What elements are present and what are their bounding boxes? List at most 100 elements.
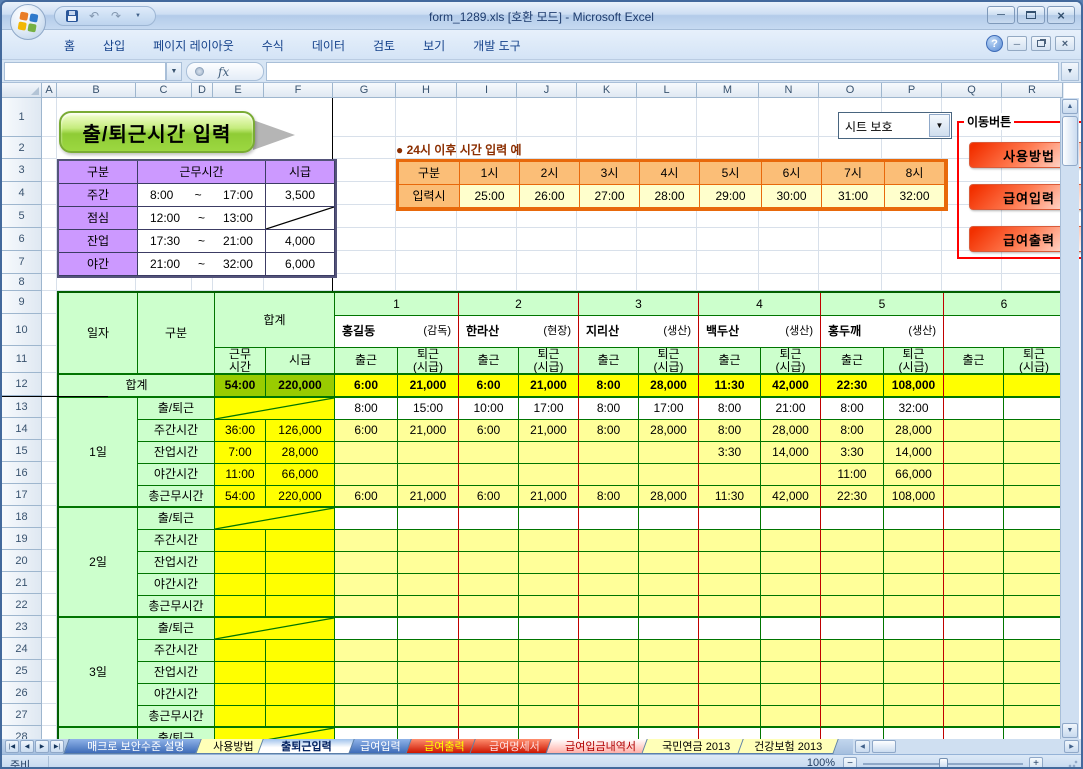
ts-data-cell[interactable]: [821, 508, 884, 530]
ts-data-cell[interactable]: [761, 618, 821, 640]
ts-header-category[interactable]: 구분: [138, 293, 215, 375]
ts-subheader-out[interactable]: 퇴근 (시급): [639, 348, 699, 375]
ts-data-cell[interactable]: [699, 464, 761, 486]
ts-data-cell[interactable]: [761, 508, 821, 530]
ts-day-label[interactable]: 3일: [59, 618, 138, 728]
ts-data-cell[interactable]: [398, 530, 459, 552]
ts-data-cell[interactable]: 15:00: [398, 398, 459, 420]
ts-data-cell[interactable]: [884, 640, 944, 662]
ts-day-work-total[interactable]: [215, 684, 266, 706]
maximize-button[interactable]: [1017, 6, 1045, 24]
ts-subheader-in[interactable]: 출근: [459, 348, 519, 375]
ts-data-cell[interactable]: [335, 684, 398, 706]
row-header-28[interactable]: 28: [2, 726, 42, 739]
ts-data-cell[interactable]: 8:00: [821, 420, 884, 442]
ts-data-cell[interactable]: 3:30: [699, 442, 761, 464]
rate-row-rate[interactable]: 4,000: [266, 230, 335, 253]
ts-rowtype-label[interactable]: 출/퇴근: [138, 508, 215, 530]
ribbon-tab-검토[interactable]: 검토: [359, 32, 409, 59]
ts-data-cell[interactable]: [579, 530, 639, 552]
ts-subheader-out[interactable]: 퇴근 (시급): [1004, 348, 1065, 375]
ts-data-cell[interactable]: [459, 464, 519, 486]
ts-data-cell[interactable]: 3:30: [821, 442, 884, 464]
overtime-value-cell[interactable]: 26:00: [520, 185, 580, 208]
ts-data-cell[interactable]: [579, 574, 639, 596]
ts-data-cell[interactable]: 8:00: [579, 486, 639, 508]
ts-data-cell[interactable]: [579, 640, 639, 662]
ts-data-cell[interactable]: 11:30: [699, 486, 761, 508]
ts-data-cell[interactable]: [944, 552, 1004, 574]
ts-data-cell[interactable]: [335, 596, 398, 618]
office-button[interactable]: [10, 4, 46, 40]
ts-data-cell[interactable]: [519, 618, 579, 640]
vertical-scrollbar[interactable]: ▲ ▼: [1060, 98, 1079, 739]
ts-data-cell[interactable]: [459, 530, 519, 552]
ts-data-cell[interactable]: [944, 464, 1004, 486]
ribbon-tab-개발 도구[interactable]: 개발 도구: [459, 32, 535, 59]
ts-data-cell[interactable]: [944, 684, 1004, 706]
ts-group-number[interactable]: 2: [459, 293, 579, 316]
zoom-in-button[interactable]: +: [1029, 757, 1043, 769]
ts-header-total[interactable]: 합계: [215, 293, 335, 348]
zoom-slider-thumb[interactable]: [939, 758, 948, 769]
ts-data-cell[interactable]: 8:00: [821, 398, 884, 420]
ribbon-tab-보기[interactable]: 보기: [409, 32, 459, 59]
ts-header-rate[interactable]: 시급: [266, 348, 335, 375]
ts-data-cell[interactable]: [944, 640, 1004, 662]
ts-day-rate-total[interactable]: 66,000: [266, 464, 335, 486]
row-header-2[interactable]: 2: [2, 137, 42, 159]
ts-rowtype-label[interactable]: 주간시간: [138, 420, 215, 442]
ts-grand-total-cell[interactable]: 6:00: [459, 375, 519, 398]
ts-data-cell[interactable]: [1004, 706, 1065, 728]
sheet-tab-매크로 보안수준 설명[interactable]: 매크로 보안수준 설명: [63, 739, 208, 754]
row-header-22[interactable]: 22: [2, 594, 42, 616]
sheet-tab-건강보험 2013[interactable]: 건강보험 2013: [737, 739, 838, 754]
ts-data-cell[interactable]: 8:00: [335, 398, 398, 420]
ts-data-cell[interactable]: [579, 464, 639, 486]
ts-data-cell[interactable]: 17:00: [639, 398, 699, 420]
row-header-3[interactable]: 3: [2, 159, 42, 182]
ts-data-cell[interactable]: [944, 442, 1004, 464]
ts-data-cell[interactable]: [1004, 464, 1065, 486]
row-header-24[interactable]: 24: [2, 638, 42, 660]
row-header-26[interactable]: 26: [2, 682, 42, 704]
ts-header-date[interactable]: 일자: [59, 293, 138, 375]
ts-data-cell[interactable]: 21,000: [398, 420, 459, 442]
ts-rowtype-label[interactable]: 잔업시간: [138, 662, 215, 684]
row-header-21[interactable]: 21: [2, 572, 42, 594]
ts-data-cell[interactable]: [639, 596, 699, 618]
previous-sheet-button[interactable]: ◀: [20, 740, 34, 753]
ts-data-cell[interactable]: [884, 508, 944, 530]
rate-row-hours[interactable]: 21:00~32:00: [138, 253, 266, 276]
ts-day-work-total[interactable]: [215, 662, 266, 684]
ts-data-cell[interactable]: 14,000: [761, 442, 821, 464]
rate-row-label[interactable]: 주간: [59, 184, 138, 207]
sheet-tab-출퇴근입력[interactable]: 출퇴근입력: [257, 739, 354, 754]
ts-data-cell[interactable]: [1004, 552, 1065, 574]
ts-data-cell[interactable]: [699, 574, 761, 596]
row-header-11[interactable]: 11: [2, 346, 42, 373]
overtime-header-cell[interactable]: 구분: [399, 162, 460, 185]
ts-rowtype-label[interactable]: 출/퇴근: [138, 398, 215, 420]
formula-input[interactable]: [266, 62, 1059, 81]
ts-data-cell[interactable]: [335, 464, 398, 486]
ts-subheader-in[interactable]: 출근: [821, 348, 884, 375]
ts-rowtype-label[interactable]: 야간시간: [138, 574, 215, 596]
ts-data-cell[interactable]: [519, 596, 579, 618]
next-sheet-button[interactable]: ▶: [35, 740, 49, 753]
ts-data-cell[interactable]: [398, 618, 459, 640]
ts-data-cell[interactable]: [398, 706, 459, 728]
ts-subheader-in[interactable]: 출근: [944, 348, 1004, 375]
ts-grand-total-cell[interactable]: 108,000: [884, 375, 944, 398]
ts-data-cell[interactable]: [459, 596, 519, 618]
ts-data-cell[interactable]: [699, 552, 761, 574]
ts-data-cell[interactable]: [519, 464, 579, 486]
ts-data-cell[interactable]: [1004, 618, 1065, 640]
row-header-7[interactable]: 7: [2, 251, 42, 274]
ts-data-cell[interactable]: 66,000: [884, 464, 944, 486]
row-header-27[interactable]: 27: [2, 704, 42, 726]
combo-dropdown-icon[interactable]: ▼: [929, 114, 950, 137]
ts-data-cell[interactable]: 11:00: [821, 464, 884, 486]
ts-data-cell[interactable]: [1004, 486, 1065, 508]
overtime-header-cell[interactable]: 7시: [822, 162, 885, 185]
